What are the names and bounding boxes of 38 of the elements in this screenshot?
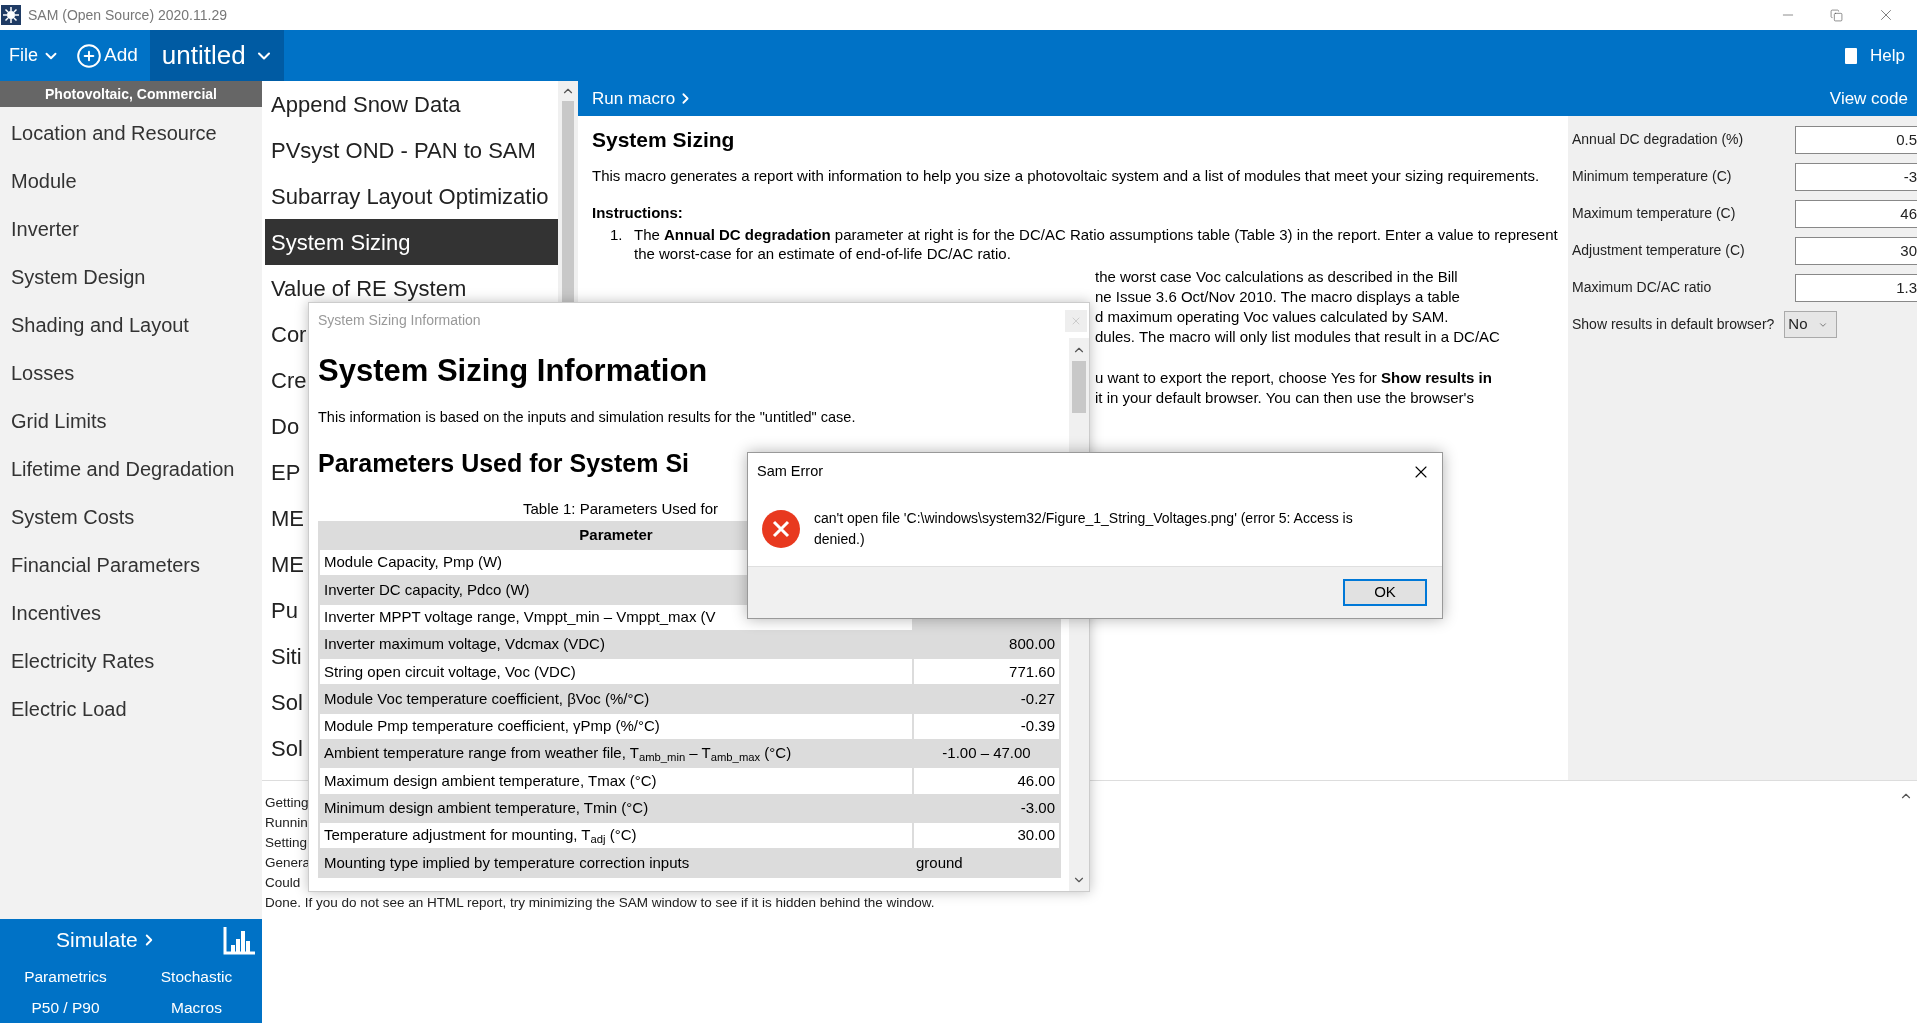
field-label: Adjustment temperature (C)	[1572, 241, 1745, 260]
dialog-title: System Sizing Information	[318, 311, 481, 330]
dialog-title: Sam Error	[757, 462, 824, 482]
field-label: Maximum DC/AC ratio	[1572, 278, 1712, 297]
table-cell: String open circuit voltage, Voc (VDC)	[320, 659, 912, 685]
instruction-text: u want to export the report, choose Yes for Show results in	[1095, 368, 1492, 388]
instruction-text: it in your default browser. You can then use the browser's	[1095, 388, 1474, 408]
field-label: Show results in default browser?	[1572, 315, 1775, 334]
field-label: Maximum temperature (C)	[1572, 204, 1736, 223]
table-cell: -0.39	[914, 713, 1059, 740]
instruction-text: ne Issue 3.6 Oct/Nov 2010. The macro displays a table	[1095, 287, 1460, 307]
macro-description: This macro generates a report with information to help you size a photovoltaic system and a list of modules that meet your sizing requirements.	[592, 166, 1541, 185]
report-heading: System Sizing Information	[318, 352, 708, 390]
instruction-text: dules. The macro will only list modules that result in a DC/AC	[1095, 327, 1500, 347]
step-number: 1.	[610, 225, 624, 245]
instruction-text: the worst case Voc calculations as described in the Bill	[1095, 267, 1458, 287]
table-cell: 46.00	[914, 768, 1059, 794]
table-caption: Table 1: Parameters Used for	[523, 499, 719, 519]
instruction-text: The Annual DC degradation parameter at right is for the DC/AC Ratio assumptions table (Table 3) in the report. Enter a value to represent the worst-case for an estimate of end-of-life DC/AC ratio.	[634, 225, 1558, 263]
log-line: Getting	[265, 794, 309, 812]
field-label: Minimum temperature (C)	[1572, 167, 1732, 186]
log-line: Runnin	[265, 814, 308, 832]
table-cell: Temperature adjustment for mounting, T$_{adj}$ (°C)	[320, 822, 912, 849]
table-cell: Maximum design ambient temperature, Tmax (°C)	[320, 768, 912, 794]
log-line: Done. If you do not see an HTML report, try minimizing the SAM window to see if it is hidden behind the window.	[265, 894, 935, 912]
log-line: Setting	[265, 834, 308, 852]
table-cell: 30.00	[914, 822, 1059, 849]
case-type-header: Photovoltaic, Commercial	[0, 81, 262, 107]
report-text: This information is based on the inputs and simulation results for the "untitled" case.	[318, 408, 856, 427]
field-label: Annual DC degradation (%)	[1572, 130, 1744, 149]
table-cell: 771.60	[914, 659, 1059, 685]
instructions-heading: Instructions:	[592, 203, 684, 222]
window-title: SAM (Open Source) 2020.11.29	[28, 5, 227, 25]
log-line: Could	[265, 874, 301, 892]
report-subheading: Parameters Used for System Si	[318, 448, 689, 479]
instruction-text: d maximum operating Voc values calculated by SAM.	[1095, 307, 1449, 327]
macro-title: System Sizing	[592, 127, 736, 153]
table-cell: Module Pmp temperature coefficient, γPmp (%/°C)	[320, 713, 912, 740]
